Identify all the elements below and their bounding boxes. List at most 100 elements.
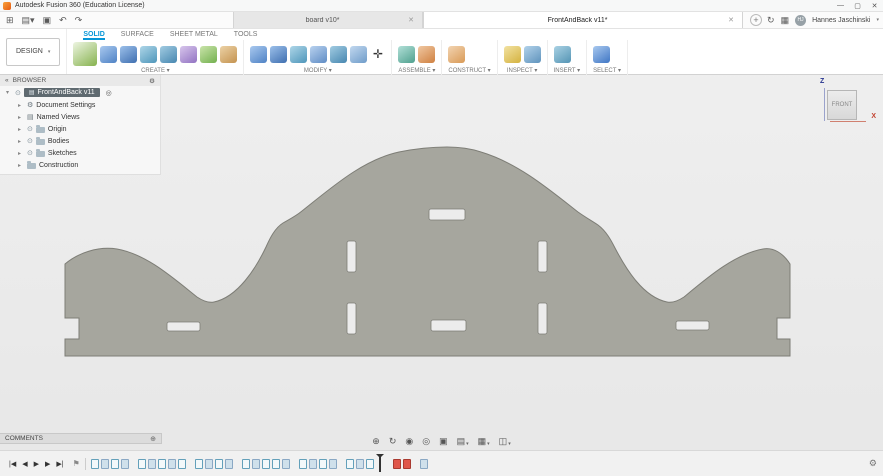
expand-arrow-icon[interactable]: ▸ bbox=[18, 114, 24, 121]
document-tab-frontandback-v11-[interactable]: FrontAndBack v11* ✕ bbox=[423, 12, 743, 28]
mirror-icon[interactable] bbox=[200, 45, 218, 63]
expand-arrow-icon[interactable]: ▸ bbox=[18, 162, 24, 169]
close-tab-icon[interactable]: ✕ bbox=[728, 16, 734, 24]
pattern-icon[interactable] bbox=[180, 45, 198, 63]
app-grid-icon[interactable]: ⊞ bbox=[6, 15, 14, 26]
grid-and-snaps-icon[interactable]: ▦ ▾ bbox=[478, 436, 490, 447]
play-icon[interactable]: ▶ bbox=[34, 460, 39, 468]
view-cube-front-face[interactable]: FRONT bbox=[827, 90, 857, 120]
timeline-feature-sketch[interactable] bbox=[345, 458, 354, 469]
group-label-inspect[interactable]: INSPECT ▾ bbox=[504, 66, 541, 76]
pan-icon[interactable]: ⊕ bbox=[372, 436, 380, 447]
browser-root-row[interactable]: ▾ ⊙ ▤ FrontAndBack v11 ◎ bbox=[0, 86, 160, 99]
close-window-icon[interactable]: ✕ bbox=[866, 2, 883, 10]
timeline-feature-sketch[interactable] bbox=[318, 458, 327, 469]
step-back-icon[interactable]: ◀ bbox=[22, 460, 27, 468]
timeline-feature-feature[interactable] bbox=[204, 458, 213, 469]
joint-icon[interactable] bbox=[418, 45, 436, 63]
browser-item-bodies[interactable]: ▸ ⊙ Bodies bbox=[0, 135, 160, 147]
visibility-eye-icon[interactable]: ⊙ bbox=[27, 149, 33, 157]
fit-icon[interactable]: ▣ bbox=[439, 436, 448, 447]
tab-tools[interactable]: TOOLS bbox=[234, 31, 258, 40]
fillet-icon[interactable] bbox=[270, 45, 288, 63]
measure-icon[interactable] bbox=[503, 45, 521, 63]
tab-solid[interactable]: SOLID bbox=[83, 31, 104, 40]
expand-arrow-icon[interactable]: ▸ bbox=[18, 102, 24, 109]
timeline-feature-feature[interactable] bbox=[281, 458, 290, 469]
collapse-panel-icon[interactable]: « bbox=[5, 77, 9, 84]
group-label-modify[interactable]: MODIFY ▾ bbox=[250, 66, 385, 76]
timeline-feature-sketch[interactable] bbox=[90, 458, 99, 469]
browser-item-sketches[interactable]: ▸ ⊙ Sketches bbox=[0, 147, 160, 159]
offset-face-icon[interactable] bbox=[330, 45, 348, 63]
browser-item-origin[interactable]: ▸ ⊙ Origin bbox=[0, 123, 160, 135]
visibility-eye-icon[interactable]: ⊙ bbox=[15, 89, 21, 97]
select-icon[interactable] bbox=[593, 45, 611, 63]
user-name[interactable]: Hannes Jaschinski bbox=[812, 17, 870, 24]
job-status-icon[interactable]: ↻ bbox=[767, 15, 775, 26]
browser-item-named-views[interactable]: ▸ ▤ Named Views bbox=[0, 111, 160, 123]
insert-icon[interactable] bbox=[553, 45, 571, 63]
visibility-eye-icon[interactable]: ⊙ bbox=[27, 125, 33, 133]
minimize-window-icon[interactable]: — bbox=[832, 2, 849, 10]
timeline-feature-sketch[interactable] bbox=[214, 458, 223, 469]
combine-icon[interactable] bbox=[310, 45, 328, 63]
timeline-feature-sketch[interactable] bbox=[298, 458, 307, 469]
save-icon[interactable]: ▣ bbox=[43, 15, 52, 26]
timeline-feature-sketch[interactable] bbox=[261, 458, 270, 469]
timeline-feature-feature[interactable] bbox=[120, 458, 129, 469]
chevron-down-icon[interactable]: ▾ bbox=[876, 17, 879, 23]
gear-icon[interactable]: ⚙ bbox=[149, 77, 155, 85]
tab-sheet-metal[interactable]: SHEET METAL bbox=[170, 31, 218, 40]
workspace-switcher[interactable]: DESIGN ▾ bbox=[6, 37, 61, 66]
add-comment-icon[interactable]: ⊕ bbox=[150, 435, 156, 443]
browser-item-construction[interactable]: ▸ Construction bbox=[0, 159, 160, 171]
maximize-window-icon[interactable]: ▢ bbox=[849, 2, 866, 10]
timeline-feature-feature[interactable] bbox=[147, 458, 156, 469]
timeline-feature-sketch[interactable] bbox=[177, 458, 186, 469]
shell-icon[interactable] bbox=[290, 45, 308, 63]
visibility-eye-icon[interactable]: ⊙ bbox=[27, 137, 33, 145]
view-cube[interactable]: Z FRONT X bbox=[817, 78, 876, 130]
browser-item-document-settings[interactable]: ▸ ⚙ Document Settings bbox=[0, 99, 160, 111]
timeline-feature-red[interactable] bbox=[402, 458, 411, 469]
timeline-feature-sketch[interactable] bbox=[137, 458, 146, 469]
redo-icon[interactable]: ↷ bbox=[75, 15, 83, 26]
comments-bar[interactable]: COMMENTS ⊕ bbox=[0, 433, 162, 444]
tab-surface[interactable]: SURFACE bbox=[121, 31, 154, 40]
group-label-insert[interactable]: INSERT ▾ bbox=[554, 66, 580, 76]
new-tab-button[interactable]: + bbox=[750, 14, 762, 26]
timeline-feature-red[interactable] bbox=[392, 458, 401, 469]
form-icon[interactable] bbox=[220, 45, 238, 63]
notifications-icon[interactable]: ▦ bbox=[781, 15, 790, 26]
timeline-feature-feature[interactable] bbox=[251, 458, 260, 469]
revolve-icon[interactable] bbox=[120, 45, 138, 63]
group-label-create[interactable]: CREATE ▾ bbox=[73, 66, 237, 76]
section-analysis-icon[interactable] bbox=[523, 45, 541, 63]
timeline-feature-feature[interactable] bbox=[355, 458, 364, 469]
avatar[interactable]: HJ bbox=[795, 14, 807, 26]
step-forward-icon[interactable]: ▶ bbox=[45, 460, 50, 468]
undo-icon[interactable]: ↶ bbox=[59, 15, 67, 26]
construction-plane-icon[interactable] bbox=[448, 45, 466, 63]
collapse-arrow-icon[interactable]: ▾ bbox=[6, 89, 12, 96]
activate-component-radio[interactable]: ◎ bbox=[106, 89, 112, 97]
loft-icon[interactable] bbox=[160, 45, 178, 63]
expand-arrow-icon[interactable]: ▸ bbox=[18, 138, 24, 145]
orbit-icon[interactable]: ↻ bbox=[389, 436, 397, 447]
timeline-feature-feature[interactable] bbox=[328, 458, 337, 469]
look-at-icon[interactable]: ◉ bbox=[405, 436, 413, 447]
timeline-feature-sketch[interactable] bbox=[271, 458, 280, 469]
timeline-feature-feature[interactable] bbox=[100, 458, 109, 469]
group-label-select[interactable]: SELECT ▾ bbox=[593, 66, 621, 76]
move-copy-icon[interactable]: ✛ bbox=[370, 46, 385, 63]
timeline-feature-feature[interactable] bbox=[308, 458, 317, 469]
file-menu-icon[interactable]: ▤▾ bbox=[22, 15, 35, 26]
timeline-settings-gear-icon[interactable]: ⚙ bbox=[869, 458, 877, 469]
zoom-icon[interactable]: ◎ bbox=[422, 436, 430, 447]
document-tab-board-v10-[interactable]: board v10* ✕ bbox=[233, 12, 423, 28]
active-component[interactable]: ▤ FrontAndBack v11 bbox=[23, 88, 100, 97]
group-label-construct[interactable]: CONSTRUCT ▾ bbox=[448, 66, 490, 76]
timeline-feature-sketch[interactable] bbox=[241, 458, 250, 469]
split-body-icon[interactable] bbox=[350, 45, 368, 63]
